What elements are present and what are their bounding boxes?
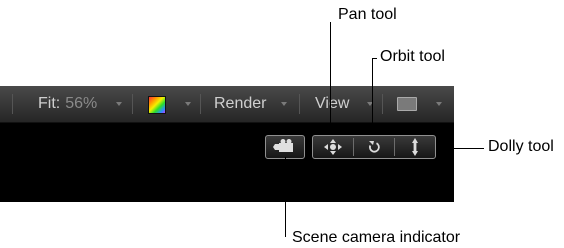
channels-dropdown-icon[interactable] [185, 102, 191, 106]
view-label: View [315, 95, 350, 112]
fit-zoom-menu[interactable]: Fit: 56% [38, 86, 97, 122]
render-dropdown-icon[interactable] [281, 102, 287, 106]
fit-dropdown-icon[interactable] [116, 102, 122, 106]
canvas-panel: Fit: 56% Render View [0, 86, 454, 202]
toolbar-separator [299, 94, 300, 114]
orbit-tool-button[interactable] [354, 136, 394, 158]
color-channels-icon[interactable] [148, 96, 166, 114]
orbit-callout-line [372, 58, 373, 134]
dolly-tool-callout: Dolly tool [488, 138, 554, 155]
toolbar-separator [382, 94, 383, 114]
view-menu[interactable]: View [315, 86, 349, 122]
camera-icon [273, 139, 293, 152]
render-label: Render [214, 95, 267, 112]
camera-callout-line [285, 157, 286, 237]
3d-view-tools [312, 135, 436, 159]
orbit-icon [368, 141, 380, 153]
display-monitor-icon[interactable] [397, 97, 417, 111]
toolbar-separator [132, 94, 133, 114]
pan-arrows-icon [324, 139, 342, 155]
canvas-toolbar: Fit: 56% Render View [0, 86, 454, 123]
dolly-arrows-icon [412, 138, 418, 156]
orbit-callout-line [372, 58, 377, 59]
fit-value: 56% [65, 95, 98, 112]
dolly-callout-line [436, 148, 484, 149]
pan-tool-callout: Pan tool [338, 6, 397, 23]
scene-camera-callout: Scene camera indicator [292, 229, 461, 246]
pan-callout-line [330, 22, 331, 134]
render-menu[interactable]: Render [214, 86, 266, 122]
fit-label: Fit: [38, 95, 61, 112]
toolbar-separator [12, 94, 13, 114]
orbit-tool-callout: Orbit tool [380, 48, 445, 65]
scene-camera-button[interactable] [265, 135, 305, 159]
toolbar-separator [200, 94, 201, 114]
pan-tool-button[interactable] [313, 136, 353, 158]
dolly-tool-button[interactable] [395, 136, 435, 158]
display-dropdown-icon[interactable] [436, 102, 442, 106]
